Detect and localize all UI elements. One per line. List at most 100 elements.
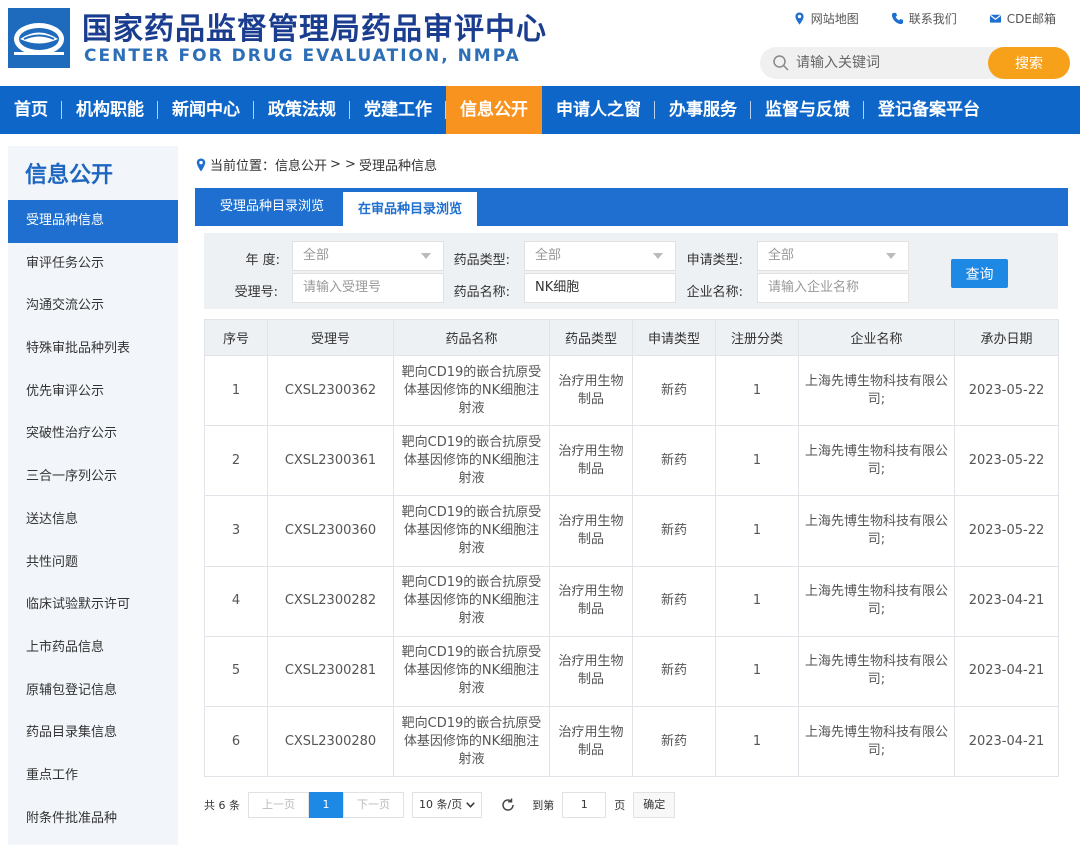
cell-company: 上海先博生物科技有限公司; <box>798 565 955 637</box>
sidebar-item-communication[interactable]: 沟通交流公示 <box>8 285 178 328</box>
prev-page-button[interactable]: 上一页 <box>248 792 309 818</box>
sitemap-link[interactable]: 网站地图 <box>793 10 859 27</box>
company-input[interactable]: 请输入企业名称 <box>757 273 909 303</box>
cell-drug-type: 治疗用生物制品 <box>549 425 633 497</box>
table-row[interactable]: 3 CXSL2300360 靶向CD19的嵌合抗原受体基因修饰的NK细胞注射液 … <box>204 495 1059 567</box>
sidebar-item-drug-catalog[interactable]: 药品目录集信息 <box>8 712 178 755</box>
cell-drug-type: 治疗用生物制品 <box>549 495 633 567</box>
sidebar-item-special-approval[interactable]: 特殊审批品种列表 <box>8 328 178 371</box>
sidebar-item-accepted-varieties[interactable]: 受理品种信息 <box>8 200 178 243</box>
sidebar-item-review-tasks[interactable]: 审评任务公示 <box>8 243 178 286</box>
site-title: 国家药品监督管理局药品审评中心 <box>82 12 547 47</box>
cell-date: 2023-04-21 <box>954 705 1059 778</box>
tab-accepted-catalog[interactable]: 受理品种目录浏览 <box>205 188 339 226</box>
nav-feedback[interactable]: 监督与反馈 <box>751 86 864 134</box>
cell-no: 4 <box>204 565 268 637</box>
site-search: 搜索 <box>760 47 1070 79</box>
sidebar-item-delivery[interactable]: 送达信息 <box>8 499 178 542</box>
nav-functions[interactable]: 机构职能 <box>62 86 158 134</box>
nav-home[interactable]: 首页 <box>0 86 62 134</box>
chevron-down-icon <box>653 253 663 259</box>
goto-confirm-button[interactable]: 确定 <box>633 792 676 818</box>
breadcrumb: 当前位置：信息公开 > > 受理品种信息 <box>195 155 437 174</box>
nav-services[interactable]: 办事服务 <box>655 86 751 134</box>
table-row[interactable]: 2 CXSL2300361 靶向CD19的嵌合抗原受体基因修饰的NK细胞注射液 … <box>204 425 1059 497</box>
accept-no-input[interactable]: 请输入受理号 <box>292 273 444 303</box>
nav-party[interactable]: 党建工作 <box>350 86 446 134</box>
sidebar-item-priority-review[interactable]: 优先审评公示 <box>8 371 178 414</box>
cell-drug-type: 治疗用生物制品 <box>549 635 633 707</box>
drug-name-input[interactable]: NK细胞 <box>524 273 676 303</box>
sidebar-item-excipients[interactable]: 原辅包登记信息 <box>8 670 178 713</box>
sidebar-item-three-in-one[interactable]: 三合一序列公示 <box>8 456 178 499</box>
nmpa-logo[interactable] <box>8 8 70 68</box>
cell-date: 2023-05-22 <box>954 354 1059 427</box>
nav-applicant[interactable]: 申请人之窗 <box>542 86 655 134</box>
sitemap-label: 网站地图 <box>810 12 859 26</box>
sidebar-item-breakthrough[interactable]: 突破性治疗公示 <box>8 413 178 456</box>
nav-policy[interactable]: 政策法规 <box>254 86 350 134</box>
page-size-select[interactable]: 10 条/页 <box>412 792 483 818</box>
refresh-icon[interactable] <box>500 797 516 813</box>
table-row[interactable]: 6 CXSL2300280 靶向CD19的嵌合抗原受体基因修饰的NK细胞注射液 … <box>204 705 1059 778</box>
col-header-no: 序号 <box>204 319 268 356</box>
cell-accept-no: CXSL2300280 <box>267 705 394 778</box>
total-count: 共 6 条 <box>204 799 240 812</box>
search-input[interactable] <box>796 51 976 75</box>
contact-link[interactable]: 联系我们 <box>891 10 957 27</box>
cell-no: 1 <box>204 354 268 427</box>
cell-company: 上海先博生物科技有限公司; <box>798 705 955 778</box>
sidebar-item-common-issues[interactable]: 共性问题 <box>8 542 178 585</box>
pagination: 共 6 条 上一页 1 下一页 10 条/页 到第 1 页 确定 <box>204 792 676 818</box>
sidebar-item-key-work[interactable]: 重点工作 <box>8 755 178 798</box>
query-button[interactable]: 查询 <box>951 259 1008 288</box>
cell-company: 上海先博生物科技有限公司; <box>798 635 955 707</box>
cde-mail-label: CDE邮箱 <box>1006 12 1056 26</box>
cell-date: 2023-05-22 <box>954 425 1059 497</box>
apply-type-select[interactable]: 全部 <box>757 241 909 271</box>
sidebar: 信息公开 受理品种信息 审评任务公示 沟通交流公示 特殊审批品种列表 优先审评公… <box>8 146 178 845</box>
cell-drug-name: 靶向CD19的嵌合抗原受体基因修饰的NK细胞注射液 <box>393 635 550 707</box>
sidebar-item-clinical-trial[interactable]: 临床试验默示许可 <box>8 584 178 627</box>
cell-drug-name: 靶向CD19的嵌合抗原受体基因修饰的NK细胞注射液 <box>393 425 550 497</box>
cell-drug-name: 靶向CD19的嵌合抗原受体基因修饰的NK细胞注射液 <box>393 354 550 427</box>
site-title-en: CENTER FOR DRUG EVALUATION, NMPA <box>84 46 521 66</box>
cell-drug-type: 治疗用生物制品 <box>549 565 633 637</box>
filter-panel: 年 度: 全部 药品类型: 全部 申请类型: 全部 受理号: 请输入受理号 药品… <box>204 233 1058 309</box>
nav-registration[interactable]: 登记备案平台 <box>864 86 994 134</box>
tab-under-review-catalog[interactable]: 在审品种目录浏览 <box>343 192 478 226</box>
next-page-button[interactable]: 下一页 <box>343 792 404 818</box>
drug-type-select[interactable]: 全部 <box>524 241 676 271</box>
search-icon <box>773 55 789 71</box>
contact-label: 联系我们 <box>908 12 957 26</box>
table-header-row: 序号 受理号 药品名称 药品类型 申请类型 注册分类 企业名称 承办日期 <box>204 319 1059 356</box>
nav-news[interactable]: 新闻中心 <box>158 86 254 134</box>
top-links: 网站地图 联系我们 CDE邮箱 <box>793 10 1056 27</box>
cde-mail-link[interactable]: CDE邮箱 <box>989 10 1056 27</box>
catalog-tabs: 受理品种目录浏览 在审品种目录浏览 <box>195 188 1068 226</box>
nav-info-disclosure[interactable]: 信息公开 <box>446 86 542 134</box>
year-label: 年 度: <box>245 253 280 268</box>
year-select-value: 全部 <box>303 248 330 263</box>
search-button[interactable]: 搜索 <box>988 47 1070 79</box>
year-select[interactable]: 全部 <box>292 241 444 271</box>
sidebar-item-marketed-drugs[interactable]: 上市药品信息 <box>8 627 178 670</box>
sidebar-title: 信息公开 <box>25 163 114 188</box>
cell-reg-class: 1 <box>715 635 799 707</box>
drug-type-select-value: 全部 <box>535 248 562 263</box>
col-header-accept-no: 受理号 <box>267 319 394 356</box>
table-row[interactable]: 1 CXSL2300362 靶向CD19的嵌合抗原受体基因修饰的NK细胞注射液 … <box>204 354 1059 427</box>
cell-accept-no: CXSL2300360 <box>267 495 394 567</box>
cell-apply-type: 新药 <box>632 635 716 707</box>
sidebar-item-conditional-approval[interactable]: 附条件批准品种 <box>8 798 178 841</box>
cell-no: 5 <box>204 635 268 707</box>
cell-no: 2 <box>204 425 268 497</box>
table-row[interactable]: 4 CXSL2300282 靶向CD19的嵌合抗原受体基因修饰的NK细胞注射液 … <box>204 565 1059 637</box>
cell-no: 6 <box>204 705 268 778</box>
drug-name-label: 药品名称: <box>453 285 510 300</box>
breadcrumb-prefix[interactable]: 当前位置：信息公开 <box>210 155 327 174</box>
table-row[interactable]: 5 CXSL2300281 靶向CD19的嵌合抗原受体基因修饰的NK细胞注射液 … <box>204 635 1059 707</box>
page-1-button[interactable]: 1 <box>309 792 343 818</box>
col-header-company: 企业名称 <box>798 319 955 356</box>
goto-page-input[interactable]: 1 <box>562 792 607 818</box>
